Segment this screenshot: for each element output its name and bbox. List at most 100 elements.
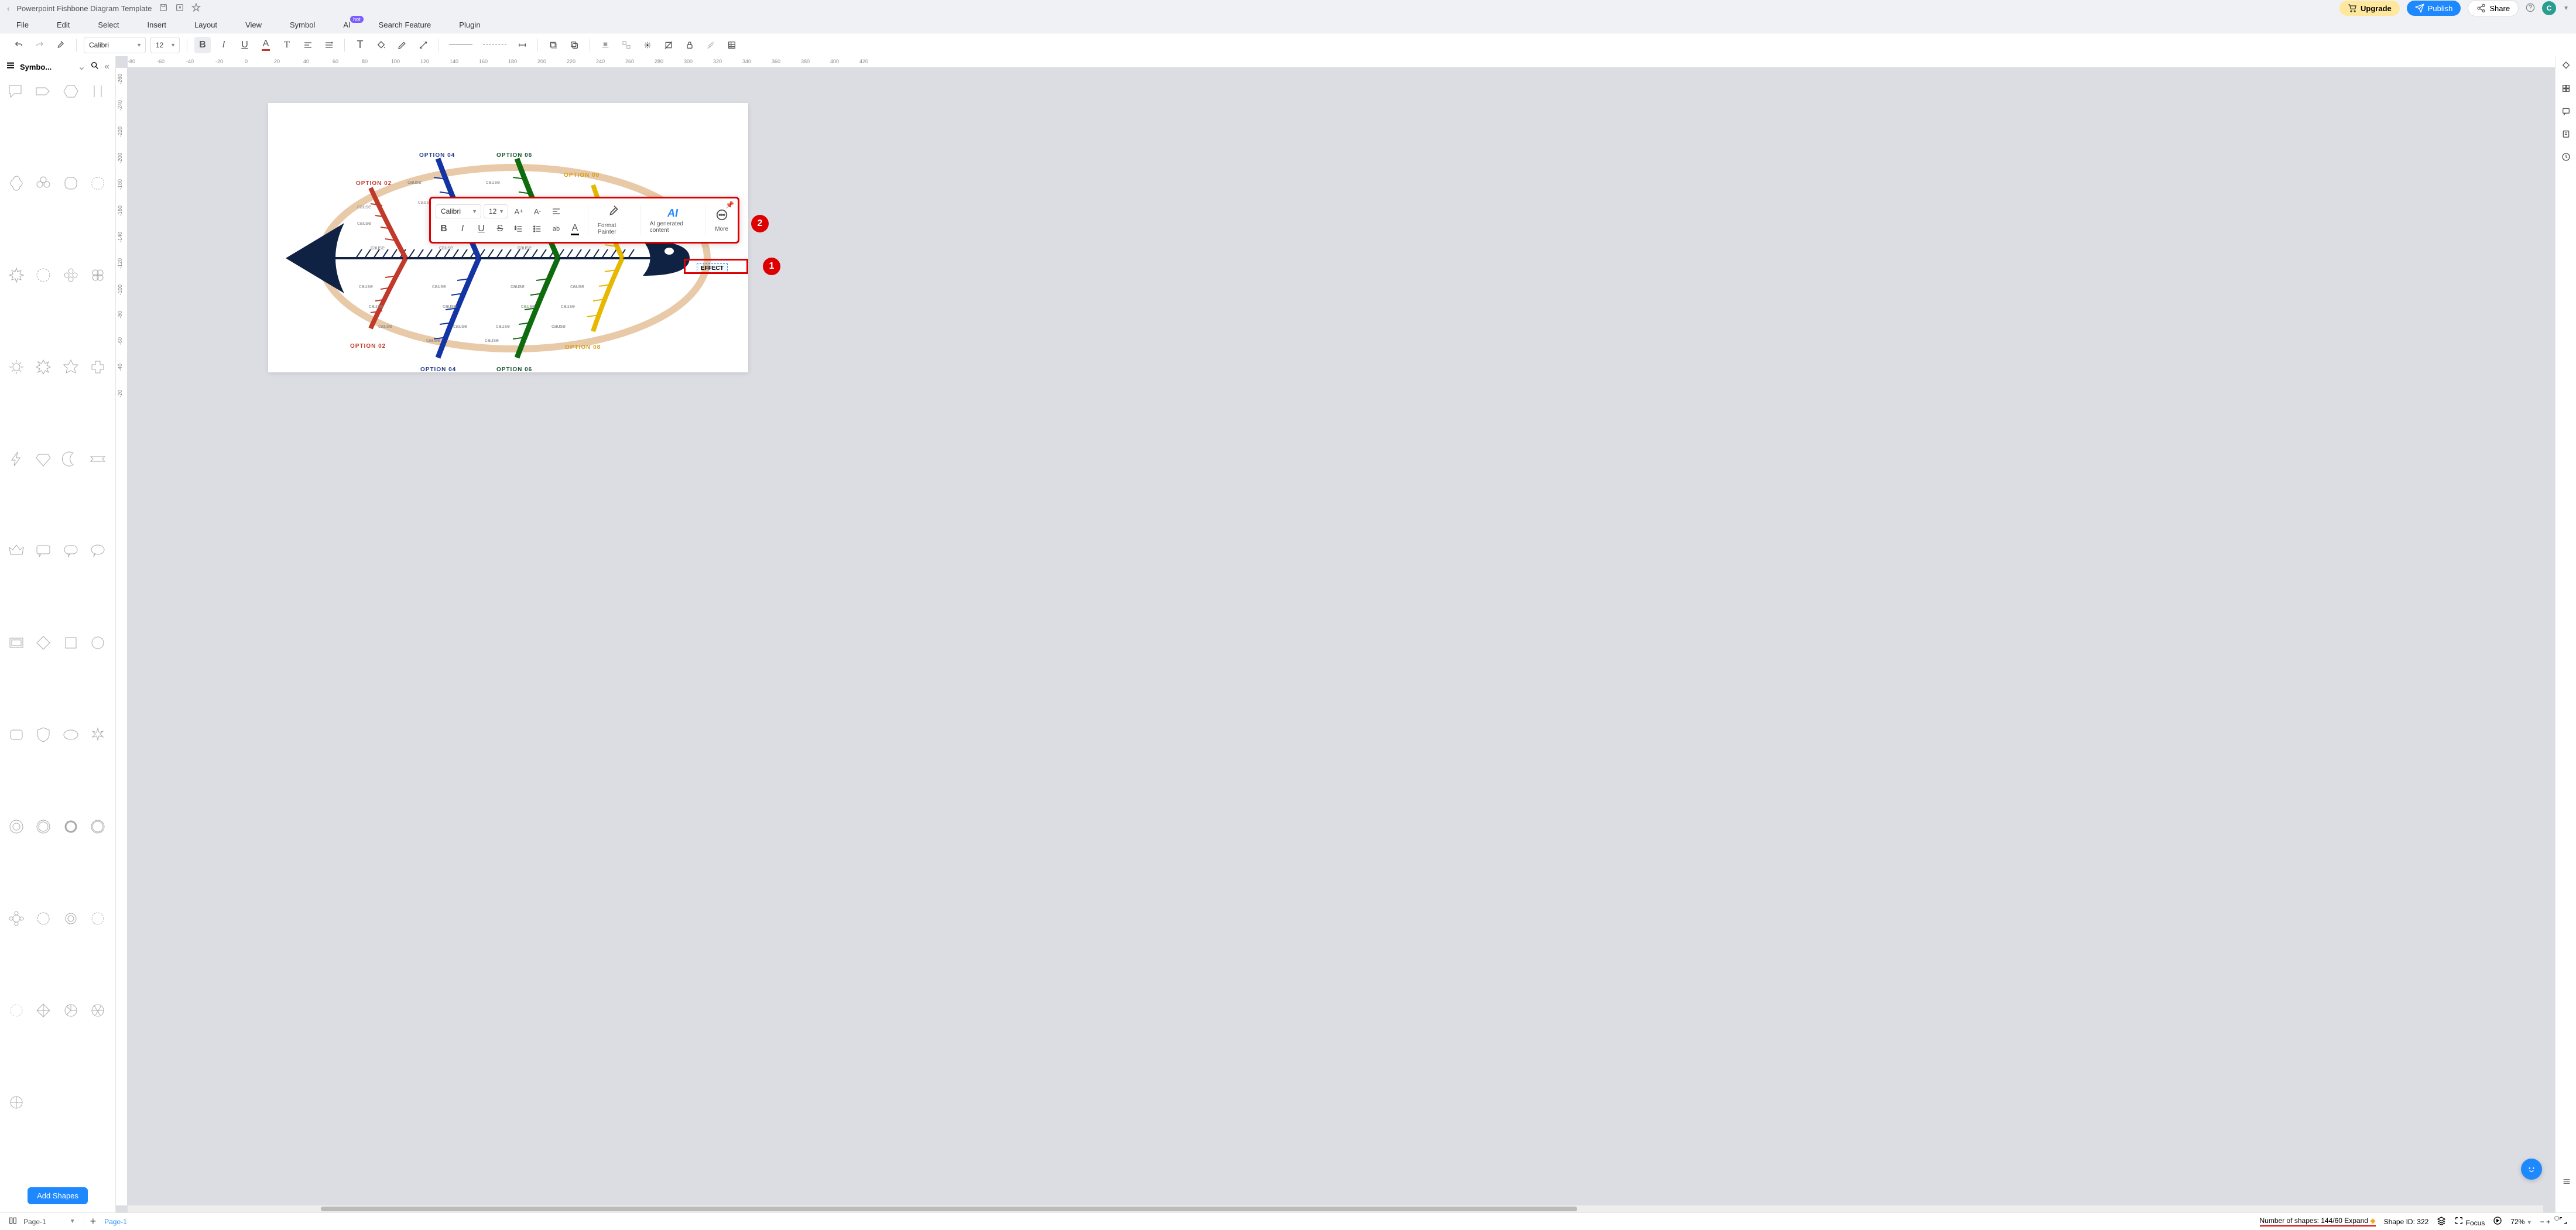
shape-moon[interactable] <box>59 447 83 471</box>
shape-diamond-grid[interactable] <box>32 999 55 1022</box>
line-solid-icon[interactable] <box>446 37 475 53</box>
shadow-icon[interactable] <box>545 37 561 53</box>
font-size-select[interactable]: 12▼ <box>150 37 180 53</box>
shape-scallop[interactable] <box>32 907 55 930</box>
font-color-icon[interactable]: A <box>258 37 274 53</box>
bold-icon[interactable]: B <box>194 37 211 53</box>
cause-label[interactable]: cause <box>369 303 383 309</box>
shape-ring[interactable] <box>5 815 28 838</box>
option-label[interactable]: OPTION 02 <box>350 343 386 350</box>
cause-label[interactable]: cause <box>518 245 532 251</box>
shape-cross[interactable] <box>86 355 109 379</box>
float-bold-icon[interactable]: B <box>436 221 452 237</box>
shape-flower[interactable] <box>59 263 83 287</box>
line-dashed-icon[interactable] <box>480 37 509 53</box>
publish-button[interactable]: Publish <box>2407 1 2461 16</box>
cause-label[interactable]: cause <box>439 245 453 251</box>
open-external-icon[interactable] <box>175 3 184 14</box>
collapse-icon[interactable]: « <box>104 61 109 72</box>
cause-label[interactable]: cause <box>453 323 467 329</box>
page-select[interactable]: Page-1▼ <box>23 1218 84 1226</box>
tools-icon[interactable] <box>703 37 719 53</box>
cause-label[interactable]: cause <box>371 245 385 251</box>
distribute-icon[interactable] <box>639 37 656 53</box>
align-icon[interactable] <box>597 37 614 53</box>
avatar[interactable]: C <box>2542 1 2556 15</box>
cause-label[interactable]: cause <box>359 283 373 289</box>
menu-select[interactable]: Select <box>98 20 119 29</box>
shape-flower-ring[interactable] <box>5 907 28 930</box>
back-icon[interactable]: ‹ <box>7 4 9 13</box>
shape-gear[interactable] <box>5 355 28 379</box>
align-left-icon[interactable] <box>300 37 316 53</box>
shape-target[interactable] <box>5 1091 28 1114</box>
undo-icon[interactable] <box>11 37 27 53</box>
cause-label[interactable]: cause <box>551 323 566 329</box>
menu-search[interactable]: Search Feature <box>379 20 431 29</box>
font-select[interactable]: Calibri▼ <box>84 37 146 53</box>
cause-label[interactable]: cause <box>432 283 446 289</box>
cause-label[interactable]: cause <box>407 179 422 185</box>
decrease-font-icon[interactable]: A- <box>529 203 546 220</box>
cause-label[interactable]: cause <box>485 337 499 343</box>
shape-clover[interactable] <box>86 263 109 287</box>
layout-panel-icon[interactable] <box>2561 84 2571 96</box>
ai-content-button[interactable]: AI AI generated content <box>645 205 701 236</box>
option-label[interactable]: OPTION 02 <box>356 180 392 187</box>
fill-panel-icon[interactable] <box>2561 61 2571 73</box>
cause-label[interactable]: cause <box>511 283 525 289</box>
menu-plugin[interactable]: Plugin <box>459 20 480 29</box>
panel-dropdown-icon[interactable]: ⌄ <box>78 61 85 73</box>
shape-arrow-right[interactable] <box>32 80 55 103</box>
shape-circle[interactable] <box>86 631 109 655</box>
copy-icon[interactable] <box>566 37 583 53</box>
focus-target-icon[interactable] <box>2454 1219 2464 1227</box>
italic-icon[interactable]: I <box>215 37 232 53</box>
lock-icon[interactable] <box>681 37 698 53</box>
shape-gear-ring[interactable] <box>59 907 83 930</box>
shape-donut[interactable] <box>32 815 55 838</box>
cause-label[interactable]: cause <box>496 323 510 329</box>
shape-quatrefoil[interactable] <box>5 172 28 195</box>
shape-dashed-ring[interactable] <box>86 907 109 930</box>
float-underline-icon[interactable]: U <box>473 221 489 237</box>
cause-label[interactable]: cause <box>561 303 575 309</box>
option-label[interactable]: OPTION 08 <box>565 344 601 351</box>
comment-panel-icon[interactable] <box>2561 107 2571 119</box>
line-spacing-icon[interactable] <box>321 37 337 53</box>
library-icon[interactable] <box>6 61 15 73</box>
settings-icon[interactable] <box>2562 1177 2571 1189</box>
menu-ai[interactable]: AI hot <box>343 20 350 29</box>
expand-button[interactable]: Expand <box>2344 1217 2368 1225</box>
shape-rounded-rect[interactable] <box>5 723 28 746</box>
pen-icon[interactable] <box>394 37 410 53</box>
cause-label[interactable]: cause <box>486 179 500 185</box>
shape-lightning[interactable] <box>5 447 28 471</box>
group-icon[interactable] <box>618 37 635 53</box>
increase-font-icon[interactable]: A+ <box>511 203 527 220</box>
play-icon[interactable] <box>2493 1219 2502 1227</box>
text-tool-icon[interactable]: T <box>352 37 368 53</box>
float-font-select[interactable]: Calibri▼ <box>436 204 481 218</box>
menu-edit[interactable]: Edit <box>57 20 70 29</box>
cause-label[interactable]: cause <box>357 204 371 210</box>
cause-label[interactable]: cause <box>378 323 392 329</box>
horizontal-scrollbar[interactable] <box>128 1205 2543 1212</box>
float-align-icon[interactable] <box>548 203 564 220</box>
upgrade-button[interactable]: Upgrade <box>2339 1 2400 16</box>
redo-icon[interactable] <box>32 37 48 53</box>
shape-speech[interactable] <box>32 539 55 563</box>
cause-label[interactable]: cause <box>443 303 457 309</box>
notes-panel-icon[interactable] <box>2561 129 2571 142</box>
float-highlight-icon[interactable]: ab <box>548 221 564 237</box>
menu-symbol[interactable]: Symbol <box>290 20 315 29</box>
canvas[interactable]: OPTION 02OPTION 04OPTION 06OPTION 08OPTI… <box>128 68 2555 1205</box>
tab-page-1[interactable]: Page-1 <box>104 1218 127 1226</box>
shape-shield[interactable] <box>32 723 55 746</box>
cause-label[interactable]: cause <box>357 220 371 226</box>
shape-burst[interactable] <box>5 263 28 287</box>
float-size-select[interactable]: 12▼ <box>484 204 508 218</box>
shape-rounded-dotted[interactable] <box>86 172 109 195</box>
connector-icon[interactable] <box>415 37 431 53</box>
search-icon[interactable] <box>90 61 100 73</box>
